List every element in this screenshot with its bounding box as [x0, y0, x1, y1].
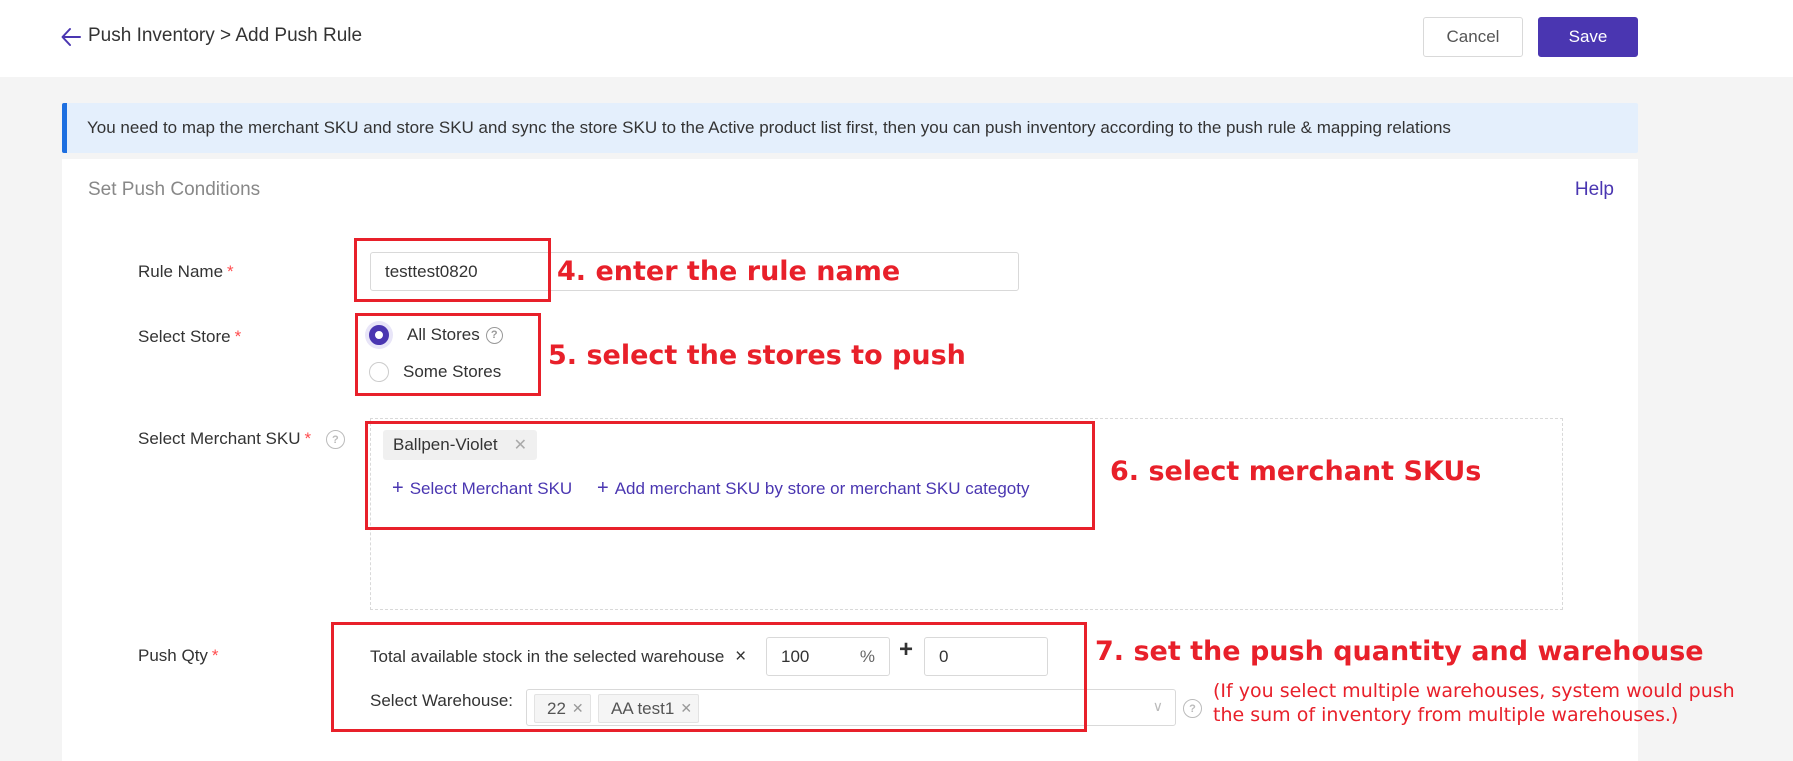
percent-value: 100: [781, 646, 810, 666]
select-store-label-text: Select Store: [138, 327, 231, 346]
select-warehouse-label: Select Warehouse:: [370, 691, 513, 710]
annotation-note-line2: the sum of inventory from multiple wareh…: [1213, 704, 1679, 726]
all-stores-label: All Stores: [407, 325, 480, 344]
annotation-step5: 5. select the stores to push: [548, 340, 966, 371]
breadcrumb: Push Inventory > Add Push Rule: [88, 25, 363, 46]
warehouse-tag: AA test1 ✕: [598, 694, 700, 723]
merchant-sku-label: Select Merchant SKU * ?: [138, 429, 345, 450]
chevron-down-icon[interactable]: ∨: [1153, 698, 1163, 715]
rule-name-label-text: Rule Name: [138, 262, 224, 281]
required-mark: *: [211, 646, 219, 665]
section-title: Set Push Conditions: [88, 179, 261, 200]
plus-icon: +: [597, 477, 609, 499]
annotation-note-line1: (If you select multiple warehouses, syst…: [1213, 680, 1735, 702]
rule-name-value: testtest0820: [385, 261, 478, 281]
select-merchant-sku-link[interactable]: + Select Merchant SKU: [392, 477, 572, 500]
offset-input[interactable]: 0: [924, 637, 1048, 676]
annotation-step7: 7. set the push quantity and warehouse: [1095, 636, 1704, 667]
remove-tag-icon[interactable]: ✕: [514, 435, 527, 455]
formula-label: Total available stock in the selected wa…: [370, 647, 725, 666]
annotation-step4: 4. enter the rule name: [557, 256, 901, 287]
warehouse-select[interactable]: 22 ✕ AA test1 ✕ ∨: [526, 689, 1176, 726]
multiply-icon: ×: [735, 646, 747, 667]
cancel-button[interactable]: Cancel: [1423, 17, 1523, 57]
plus-sign: +: [899, 636, 914, 663]
warehouse-tag-label: AA test1: [611, 698, 675, 718]
select-store-label: Select Store *: [138, 327, 241, 347]
annotation-note: (If you select multiple warehouses, syst…: [1213, 679, 1735, 727]
question-circle-icon[interactable]: ?: [325, 430, 345, 450]
push-qty-label-text: Push Qty: [138, 646, 208, 665]
merchant-sku-box: [370, 418, 1563, 610]
radio-checked-icon[interactable]: [369, 325, 389, 345]
help-link[interactable]: Help: [1575, 179, 1614, 201]
question-circle-icon[interactable]: ?: [485, 326, 503, 344]
remove-tag-icon[interactable]: ✕: [572, 700, 584, 717]
question-circle-icon[interactable]: ?: [1183, 699, 1202, 718]
select-merchant-sku-text: Select Merchant SKU: [409, 479, 573, 498]
warehouse-tag: 22 ✕: [534, 694, 591, 723]
top-bar: Push Inventory > Add Push Rule Cancel Sa…: [0, 0, 1793, 77]
info-banner: You need to map the merchant SKU and sto…: [62, 103, 1638, 153]
offset-value: 0: [939, 646, 949, 666]
info-banner-text: You need to map the merchant SKU and sto…: [87, 118, 1451, 137]
required-mark: *: [227, 262, 234, 281]
percent-input[interactable]: 100 %: [766, 637, 890, 676]
percent-unit: %: [859, 646, 875, 666]
annotation-step6: 6. select merchant SKUs: [1110, 456, 1482, 487]
formula-text: Total available stock in the selected wa…: [370, 646, 746, 668]
required-mark: *: [304, 429, 312, 448]
radio-all-stores[interactable]: All Stores ?: [369, 325, 503, 345]
merchant-sku-tag: Ballpen-Violet ✕: [383, 430, 537, 460]
plus-icon: +: [392, 477, 404, 499]
remove-tag-icon[interactable]: ✕: [680, 700, 692, 717]
radio-unchecked-icon[interactable]: [369, 362, 389, 382]
add-merchant-sku-link[interactable]: + Add merchant SKU by store or merchant S…: [597, 477, 1030, 500]
arrow-left-icon[interactable]: [60, 25, 82, 49]
add-merchant-sku-text: Add merchant SKU by store or merchant SK…: [614, 479, 1030, 498]
warehouse-tag-label: 22: [547, 698, 566, 718]
save-button[interactable]: Save: [1538, 17, 1638, 57]
merchant-sku-tag-label: Ballpen-Violet: [393, 435, 498, 454]
push-qty-label: Push Qty *: [138, 646, 219, 666]
required-mark: *: [234, 327, 242, 346]
merchant-sku-label-text: Select Merchant SKU: [138, 429, 301, 448]
rule-name-label: Rule Name *: [138, 262, 234, 282]
radio-some-stores[interactable]: Some Stores: [369, 362, 501, 382]
some-stores-label: Some Stores: [403, 362, 502, 381]
